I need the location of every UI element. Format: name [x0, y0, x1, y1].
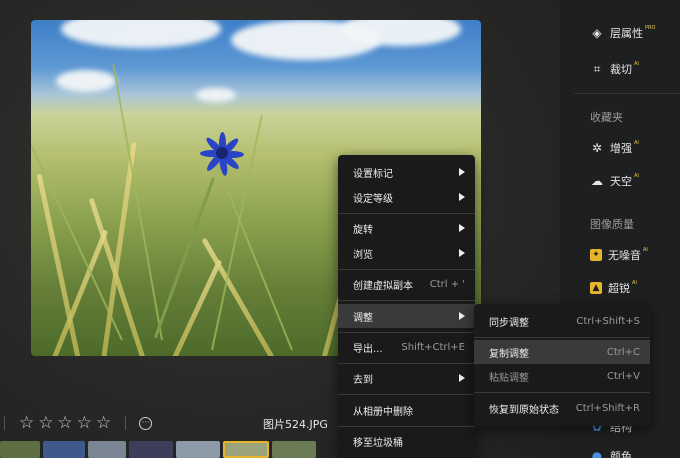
filmstrip-thumbnail[interactable] [0, 441, 40, 458]
context-menu: 设置标记 设定等级 旋转 浏览 创建虚拟副本 Ctrl + ' 调整 导出...… [338, 155, 475, 458]
chevron-right-icon [459, 168, 465, 176]
sky-button[interactable]: ☁ 天空 AI [590, 173, 639, 189]
sky-label: 天空 [610, 175, 632, 188]
layer-label: 层属性 [610, 27, 643, 40]
sparkle-icon: ✲ [591, 141, 603, 155]
star-icon[interactable]: ☆ [77, 413, 92, 433]
cloud [61, 20, 221, 48]
layer-properties-button[interactable]: ◈ 层属性 PRO [590, 25, 655, 41]
chevron-right-icon [459, 249, 465, 257]
chevron-right-icon [459, 224, 465, 232]
ai-tag: AI [634, 140, 639, 146]
color-label: 颜色 [610, 450, 632, 458]
star-icon[interactable]: ☆ [38, 413, 53, 433]
rating-bar: ☆ ☆ ☆ ☆ ☆ ··· [0, 413, 153, 433]
crop-button[interactable]: ⌗ 裁切 AI [590, 61, 639, 77]
enhance-label: 增强 [610, 142, 632, 155]
adjust-submenu: 同步调整 Ctrl+Shift+S 复制调整 Ctrl+C 粘贴调整 Ctrl+… [474, 304, 650, 426]
crop-icon: ⌗ [593, 61, 601, 76]
star-icon[interactable]: ☆ [58, 413, 73, 433]
photo-filename: 图片524.JPG [263, 418, 328, 431]
denoise-button[interactable]: ✦ 无噪音 AI [590, 247, 648, 263]
ai-tag: AI [643, 247, 648, 253]
menu-divider [338, 426, 475, 427]
filmstrip-thumbnail[interactable] [176, 441, 220, 458]
layers-icon: ◈ [592, 26, 602, 40]
sharpen-icon: ▲ [590, 282, 602, 294]
color-button[interactable]: ● 颜色 [590, 448, 632, 458]
sharpen-button[interactable]: ▲ 超锐 AI [590, 280, 637, 296]
star-icon[interactable]: ☆ [19, 413, 34, 433]
menu-item-set-flag[interactable]: 设置标记 [338, 160, 475, 184]
divider [4, 416, 5, 430]
denoise-icon: ✦ [590, 249, 602, 261]
menu-item-move-to-trash[interactable]: 移至垃圾桶 [338, 429, 475, 453]
filmstrip-thumbnail[interactable] [129, 441, 173, 458]
menu-divider [474, 337, 650, 338]
menu-item-go-to[interactable]: 去到 [338, 366, 475, 390]
star-icon[interactable]: ☆ [96, 413, 111, 433]
cloud [56, 70, 116, 92]
menu-item-remove-from-album[interactable]: 从相册中删除 [338, 398, 475, 422]
menu-divider [338, 332, 475, 333]
filmstrip-thumbnail[interactable] [88, 441, 126, 458]
flower-stem [153, 177, 215, 339]
chevron-right-icon [459, 312, 465, 320]
more-options-icon[interactable]: ··· [139, 416, 153, 430]
menu-divider [338, 300, 475, 301]
divider [574, 93, 680, 94]
ai-tag: AI [634, 173, 639, 179]
submenu-item-paste-adjustments[interactable]: 粘贴调整 Ctrl+V [474, 364, 650, 388]
submenu-item-copy-adjustments[interactable]: 复制调整 Ctrl+C [474, 340, 650, 364]
cornflower [196, 132, 256, 183]
menu-item-create-virtual-copy[interactable]: 创建虚拟副本 Ctrl + ' [338, 272, 475, 296]
menu-item-export[interactable]: 导出... Shift+Ctrl+E [338, 335, 475, 359]
divider [125, 416, 127, 430]
filmstrip [0, 441, 560, 458]
filmstrip-thumbnail[interactable] [272, 441, 316, 458]
ai-tag: AI [632, 280, 637, 286]
chevron-right-icon [459, 374, 465, 382]
menu-divider [338, 394, 475, 395]
color-icon: ● [591, 449, 603, 458]
crop-label: 裁切 [610, 63, 632, 76]
menu-item-adjust[interactable]: 调整 [338, 304, 475, 328]
submenu-item-sync-adjustments[interactable]: 同步调整 Ctrl+Shift+S [474, 309, 650, 333]
menu-divider [474, 392, 650, 393]
enhance-button[interactable]: ✲ 增强 AI [590, 140, 639, 156]
menu-divider [338, 269, 475, 270]
cloud-icon: ☁ [591, 174, 603, 188]
menu-item-set-rating[interactable]: 设定等级 [338, 185, 475, 209]
chevron-right-icon [459, 193, 465, 201]
menu-divider [338, 363, 475, 364]
ai-tag: AI [634, 61, 639, 67]
favorites-title: 收藏夹 [590, 111, 623, 124]
pro-tag: PRO [645, 25, 656, 31]
sharpen-label: 超锐 [608, 282, 630, 295]
menu-divider [338, 213, 475, 214]
menu-item-rotate[interactable]: 旋转 [338, 216, 475, 240]
filmstrip-thumbnail[interactable] [43, 441, 85, 458]
filmstrip-thumbnail-selected[interactable] [223, 441, 269, 458]
cloud [196, 88, 236, 102]
submenu-item-revert-to-original[interactable]: 恢复到原始状态 Ctrl+Shift+R [474, 396, 650, 420]
denoise-label: 无噪音 [608, 249, 641, 262]
menu-item-browse[interactable]: 浏览 [338, 241, 475, 265]
image-quality-title: 图像质量 [590, 218, 634, 231]
grass-blade [112, 64, 163, 341]
